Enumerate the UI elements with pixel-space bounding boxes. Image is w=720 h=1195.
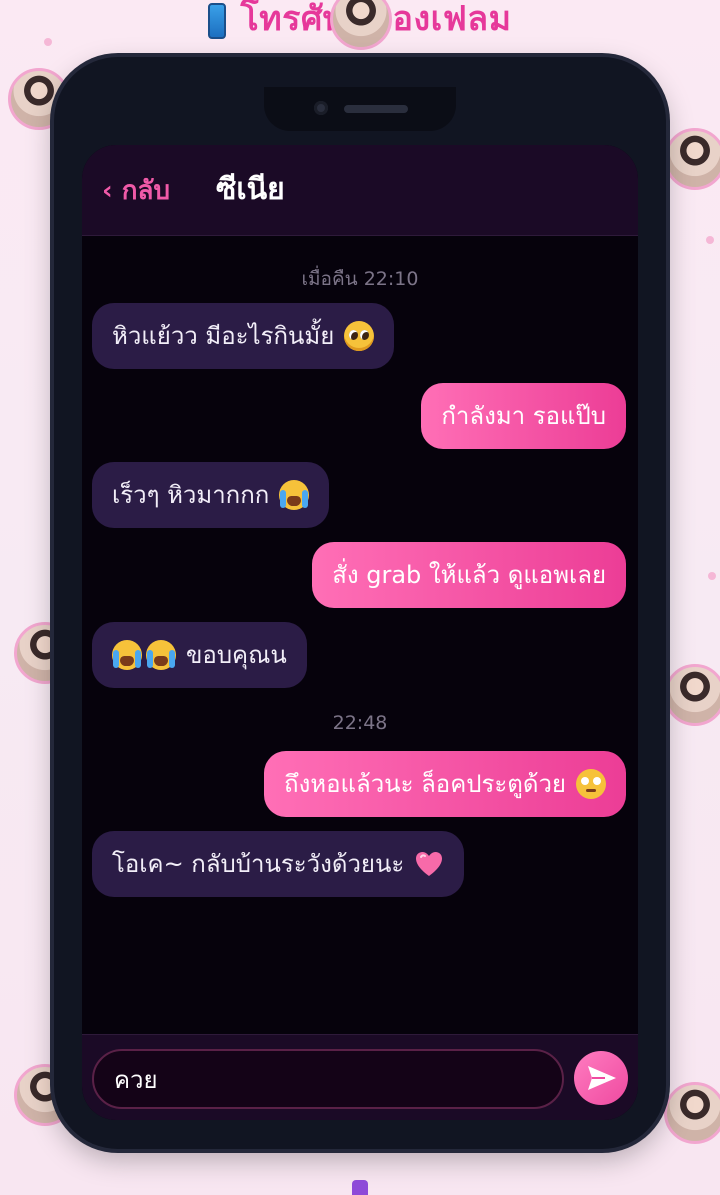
decoration-dot: [708, 572, 716, 580]
timestamp: 22:48: [332, 712, 388, 734]
chat-header: ‹ กลับ ซีเนีย: [82, 145, 638, 236]
message-outgoing[interactable]: สั่ง grab ให้แล้ว ดูแอพเลย: [312, 542, 626, 608]
send-button[interactable]: [574, 1051, 628, 1105]
message-incoming[interactable]: โอเค~ กลับบ้านระวังด้วยนะ: [92, 831, 465, 897]
mobile-phone-icon: [208, 2, 227, 39]
speaker-grille: [344, 105, 408, 113]
message-outgoing[interactable]: ถึงหอแล้วนะ ล็อคประตูด้วย: [264, 751, 626, 817]
phone-notch: [264, 87, 456, 131]
message-input[interactable]: [92, 1049, 564, 1109]
bottom-icon: [352, 1180, 368, 1195]
message-outgoing[interactable]: กำลังมา รอแป๊บ: [421, 383, 626, 449]
message-text: เร็วๆ หิวมากกก: [112, 481, 270, 509]
message-text: ถึงหอแล้วนะ ล็อคประตูด้วย: [284, 770, 566, 798]
pleading-face-emoji: [344, 321, 375, 351]
contact-name: ซีเนีย: [216, 172, 285, 207]
avatar: [664, 128, 720, 190]
avatar: [664, 1082, 720, 1144]
message-text: กำลังมา รอแป๊บ: [441, 402, 606, 430]
message-text: ขอบคุณน: [186, 641, 287, 669]
pink-heart-emoji: [414, 849, 444, 879]
message-incoming[interactable]: เร็วๆ หิวมากกก: [92, 462, 330, 528]
message-text: โอเค~ กลับบ้านระวังด้วยนะ: [112, 850, 405, 878]
loudly-crying-face-emoji: [279, 480, 310, 510]
timestamp: เมื่อคืน 22:10: [301, 268, 419, 290]
message-list[interactable]: เมื่อคืน 22:10 หิวแย้วว มีอะไรกินมั้ย กำ…: [82, 236, 638, 1034]
back-button[interactable]: ‹ กลับ: [102, 171, 170, 211]
chat-screen: ‹ กลับ ซีเนีย เมื่อคืน 22:10 หิวแย้วว มี…: [82, 145, 638, 1120]
message-incoming[interactable]: ขอบคุณน: [92, 622, 307, 688]
face-with-rolling-eyes-emoji: [576, 769, 606, 799]
decoration-dot: [44, 38, 52, 46]
message-text: หิวแย้วว มีอะไรกินมั้ย: [112, 322, 335, 350]
message-text: สั่ง grab ให้แล้ว ดูแอพเลย: [332, 561, 606, 589]
bottom-title-decoration: [0, 1150, 720, 1195]
composer-bar: [82, 1034, 638, 1120]
decoration-dot: [706, 236, 714, 244]
camera-icon: [314, 101, 328, 115]
phone-frame: ‹ กลับ ซีเนีย เมื่อคืน 22:10 หิวแย้วว มี…: [54, 57, 666, 1149]
message-incoming[interactable]: หิวแย้วว มีอะไรกินมั้ย: [92, 303, 395, 369]
loudly-crying-face-emoji: [112, 640, 142, 670]
avatar: [664, 664, 720, 726]
loudly-crying-face-emoji: [146, 640, 176, 670]
send-icon: [588, 1066, 616, 1090]
